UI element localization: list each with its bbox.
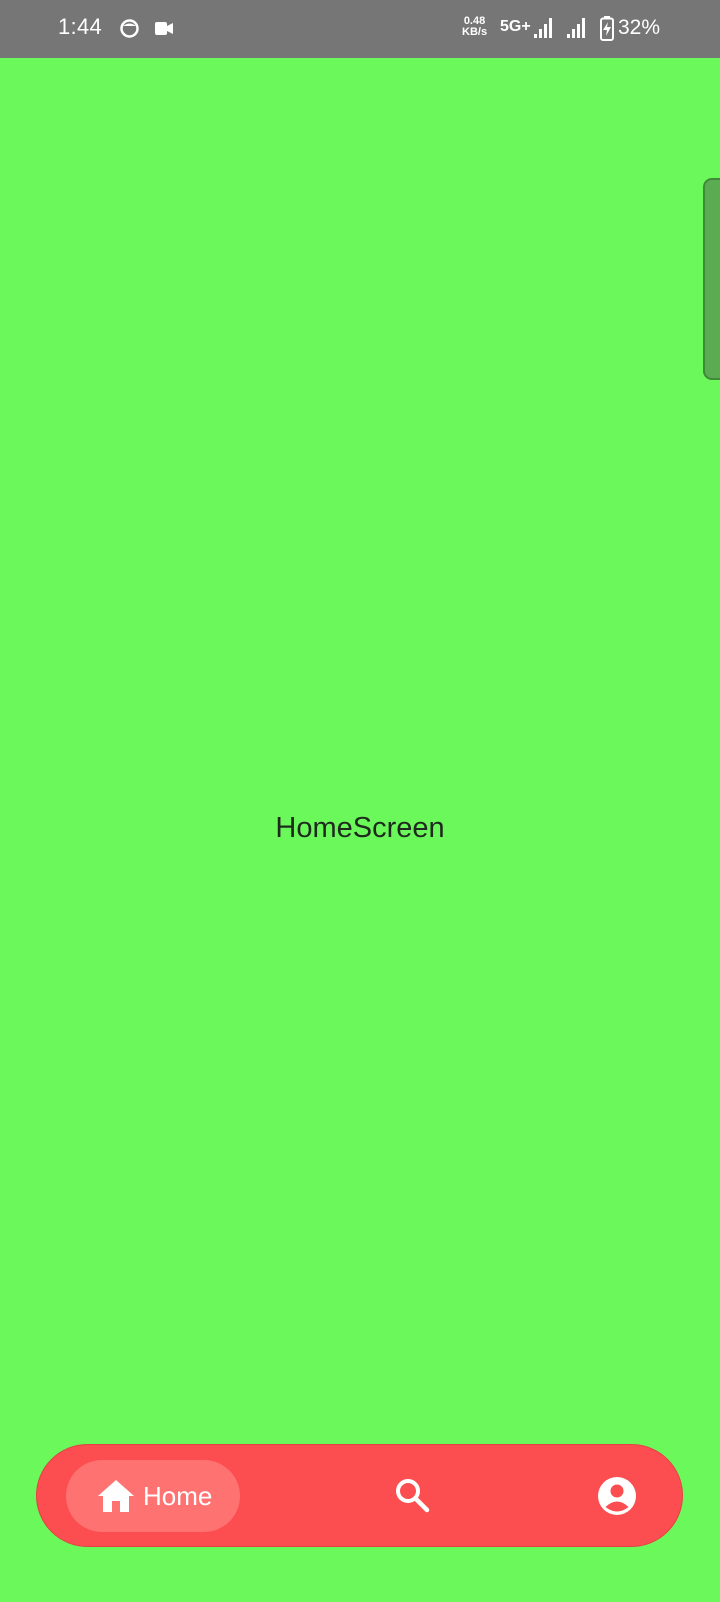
network-type: 5G+ [500, 18, 531, 35]
battery-percentage: 32% [618, 16, 661, 39]
account-circle-icon [598, 1477, 636, 1515]
battery-charging-icon [600, 16, 614, 41]
nav-search-tab[interactable] [382, 1465, 442, 1525]
home-icon [98, 1480, 134, 1512]
bottom-navigation-bar: Home [36, 1444, 683, 1547]
signal-icon [567, 18, 585, 38]
nav-home-tab[interactable]: Home [66, 1460, 240, 1532]
signal-icon [534, 18, 552, 38]
search-icon [396, 1479, 430, 1513]
nav-profile-tab[interactable] [586, 1465, 646, 1525]
face-icon [120, 19, 139, 38]
nav-home-label: Home [143, 1481, 213, 1511]
network-speed-unit: KB/s [462, 26, 488, 38]
video-camera-icon [155, 22, 173, 35]
home-screen-title: HomeScreen [275, 812, 445, 844]
status-bar: 1:44 0.48 KB/s 5G+ 32% [0, 0, 720, 58]
status-time: 1:44 [58, 14, 103, 39]
edge-panel-handle[interactable] [703, 178, 720, 380]
network-speed: 0.48 KB/s [462, 16, 487, 38]
